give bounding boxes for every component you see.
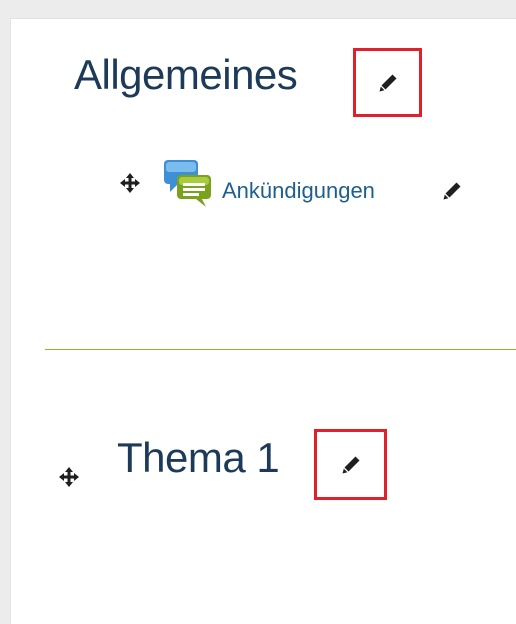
course-content-panel: Allgemeines Ankündigungen Thema 1 <box>10 18 516 624</box>
move-icon[interactable] <box>58 466 80 488</box>
edit-section-title-button[interactable] <box>353 48 422 117</box>
pencil-icon <box>379 74 396 91</box>
forum-icon <box>164 160 211 207</box>
pencil-icon <box>342 456 359 473</box>
activity-link-ankuendigungen[interactable]: Ankündigungen <box>222 178 375 204</box>
section-divider <box>45 349 516 350</box>
section-title-allgemeines: Allgemeines <box>74 51 298 98</box>
pencil-icon[interactable] <box>441 180 463 202</box>
edit-section-title-button[interactable] <box>314 429 387 500</box>
section-title-thema-1: Thema 1 <box>117 434 280 481</box>
move-icon[interactable] <box>119 172 141 194</box>
